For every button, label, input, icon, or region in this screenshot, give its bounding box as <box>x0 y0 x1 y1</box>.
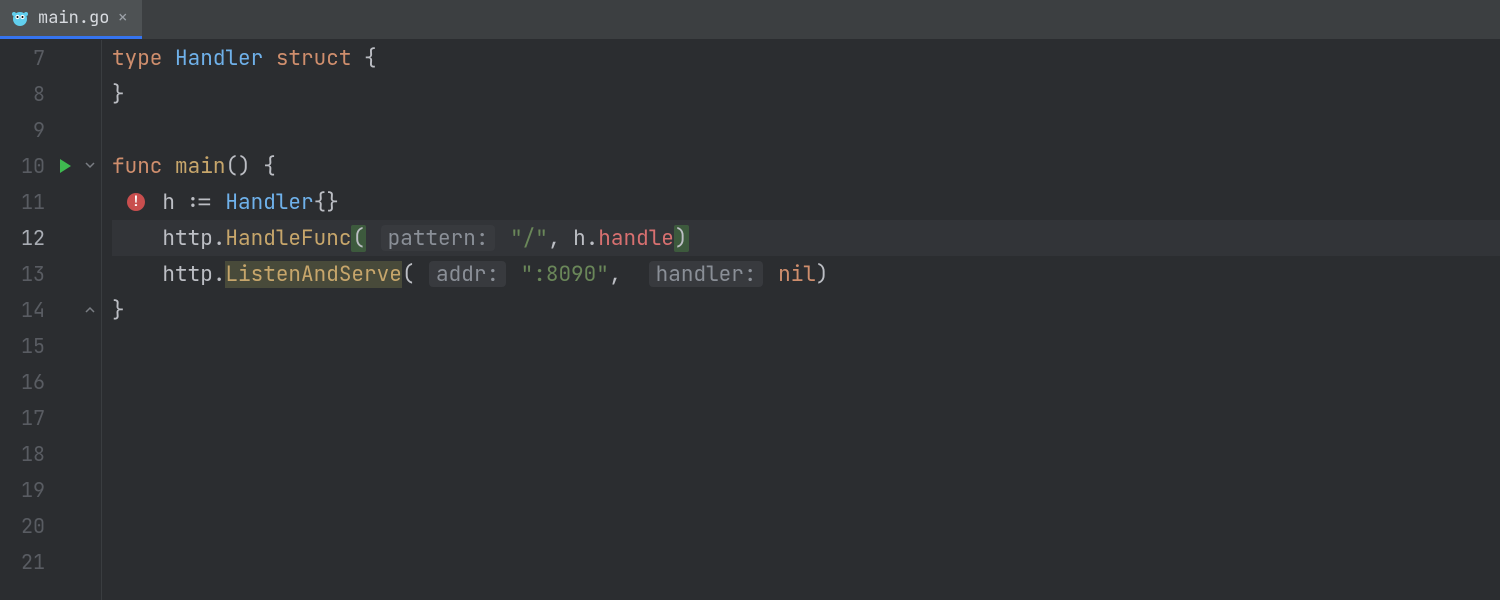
fold-open-icon[interactable] <box>83 159 97 173</box>
line-number: 11 <box>21 189 45 215</box>
code-line[interactable] <box>112 508 1500 544</box>
keyword: struct <box>276 45 352 72</box>
keyword: func <box>112 153 162 180</box>
gutter-line[interactable]: 11! <box>0 184 101 220</box>
gutter-line[interactable]: 16 <box>0 364 101 400</box>
code-line[interactable]: http.ListenAndServe( addr: ":8090", hand… <box>112 256 1500 292</box>
code-editor[interactable]: 7 8 9 10 11! 12 13 14 15 16 17 18 19 20 21 type Handle… <box>0 40 1500 600</box>
line-number: 7 <box>33 45 45 71</box>
nil-literal: nil <box>778 261 816 288</box>
line-number: 12 <box>21 225 45 251</box>
gutter-line[interactable]: 21 <box>0 544 101 580</box>
go-file-icon <box>10 8 30 28</box>
type-name: Handler <box>175 45 263 72</box>
pkg: http <box>162 261 212 288</box>
code-line[interactable] <box>112 364 1500 400</box>
code-line[interactable] <box>112 328 1500 364</box>
run-gutter-icon[interactable] <box>60 159 71 173</box>
type-name: Handler <box>225 189 313 216</box>
func-name: main <box>175 153 225 180</box>
close-tab-icon[interactable]: × <box>117 9 128 27</box>
func-call: HandleFunc <box>225 225 351 252</box>
gutter-line[interactable]: 20 <box>0 508 101 544</box>
func-call-warn: ListenAndServe <box>225 261 401 288</box>
line-number: 18 <box>21 441 45 467</box>
code-line[interactable]: } <box>112 76 1500 112</box>
code-line[interactable] <box>112 112 1500 148</box>
file-tab-label: main.go <box>38 7 109 29</box>
brace: { <box>351 45 376 72</box>
gutter-line[interactable]: 17 <box>0 400 101 436</box>
gutter-line[interactable]: 9 <box>0 112 101 148</box>
line-number: 19 <box>21 477 45 503</box>
line-number: 10 <box>21 153 45 179</box>
code-line[interactable] <box>112 436 1500 472</box>
gutter-line[interactable]: 8 <box>0 76 101 112</box>
line-number: 16 <box>21 369 45 395</box>
brace: } <box>112 81 125 108</box>
paren-open: ( <box>351 225 366 252</box>
file-tab-main-go[interactable]: main.go × <box>0 0 142 39</box>
line-number: 8 <box>33 81 45 107</box>
gutter-line[interactable]: 19 <box>0 472 101 508</box>
line-number: 21 <box>21 549 45 575</box>
gutter-line[interactable]: 13 <box>0 256 101 292</box>
fold-close-icon[interactable] <box>83 303 97 317</box>
code-line[interactable] <box>112 400 1500 436</box>
code-line[interactable] <box>112 544 1500 580</box>
keyword: type <box>112 45 162 72</box>
code-line[interactable] <box>112 472 1500 508</box>
line-number: 14 <box>21 297 45 323</box>
paren-close: ) <box>674 225 689 252</box>
gutter-line[interactable]: 7 <box>0 40 101 76</box>
line-number: 20 <box>21 513 45 539</box>
code-line[interactable]: } <box>112 292 1500 328</box>
gutter-line[interactable]: 18 <box>0 436 101 472</box>
code-line[interactable]: func main() { <box>112 148 1500 184</box>
gutter-line[interactable]: 14 <box>0 292 101 328</box>
gutter: 7 8 9 10 11! 12 13 14 15 16 17 18 19 20 21 <box>0 40 102 600</box>
code-line[interactable]: h := Handler{} <box>112 184 1500 220</box>
gutter-line[interactable]: 15 <box>0 328 101 364</box>
line-number: 17 <box>21 405 45 431</box>
brace: } <box>112 297 125 324</box>
string-literal: ":8090" <box>521 261 609 288</box>
string-literal: "/" <box>510 225 548 252</box>
tab-bar: main.go × <box>0 0 1500 40</box>
gutter-line[interactable]: 12 <box>0 220 101 256</box>
line-number: 15 <box>21 333 45 359</box>
code-area[interactable]: type Handler struct { } func main() { h … <box>102 40 1500 600</box>
pkg: http <box>162 225 212 252</box>
inlay-hint: handler: <box>649 261 764 287</box>
line-number: 9 <box>33 117 45 143</box>
inlay-hint: pattern: <box>381 225 496 251</box>
code-line-current[interactable]: http.HandleFunc( pattern: "/", h.handle) <box>112 220 1500 256</box>
line-number: 13 <box>21 261 45 287</box>
unresolved-ref: handle <box>598 225 674 252</box>
inlay-hint: addr: <box>429 261 506 287</box>
gutter-line[interactable]: 10 <box>0 148 101 184</box>
code-line[interactable]: type Handler struct { <box>112 40 1500 76</box>
